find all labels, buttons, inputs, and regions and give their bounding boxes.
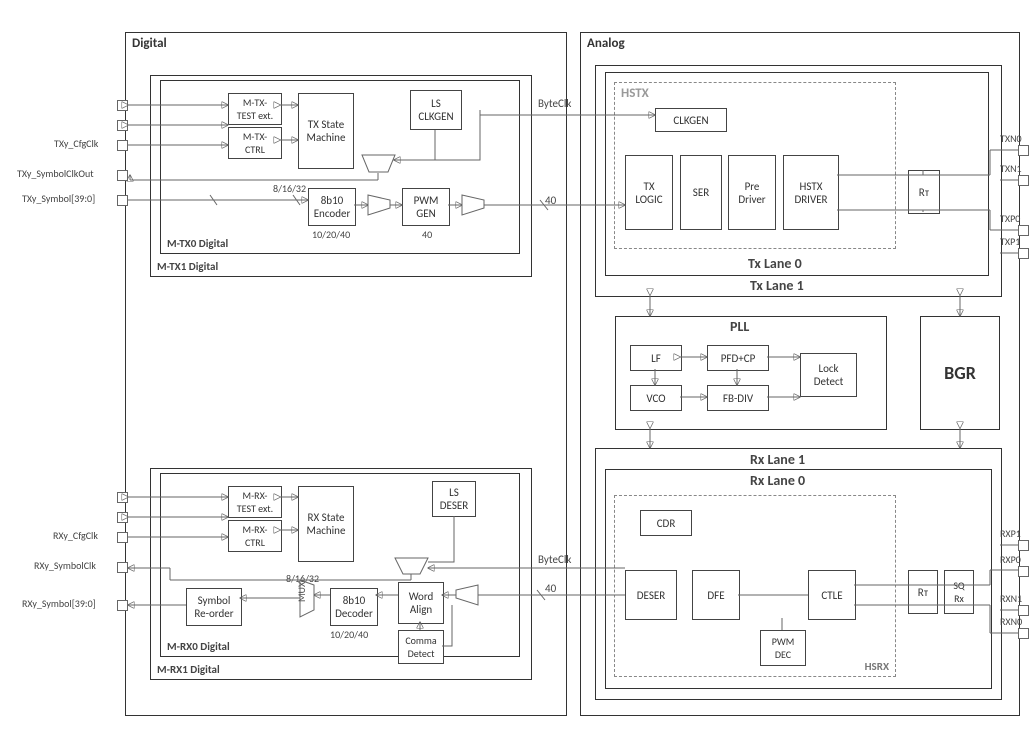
mrx-ctrl: M-RX- CTRL	[228, 520, 282, 552]
dfe: DFE	[692, 570, 740, 620]
mrx0-label: M-RX0 Digital	[167, 640, 230, 653]
pre-driver: Pre Driver	[728, 155, 776, 230]
ls-deser: LS DESER	[432, 481, 476, 517]
port-rxy-symbol	[117, 600, 128, 611]
lbl-40-tx2: 40	[422, 228, 432, 241]
lbl-rxy-symclk: RXy_SymbolClk	[34, 559, 96, 572]
word-align: Word Align	[398, 582, 444, 624]
pll-title: PLL	[730, 318, 749, 335]
port-anon1	[117, 100, 128, 111]
lbl-txy-symclkout: TXy_SymbolClkOut	[17, 167, 94, 180]
mrx-test: M-RX- TEST ext.	[228, 486, 282, 518]
tx-logic: TX LOGIC	[625, 155, 673, 230]
hstx-clkgen: CLKGEN	[655, 108, 727, 132]
sq-rx: SQ Rx	[944, 570, 974, 614]
sym-reorder: Symbol Re-order	[186, 588, 242, 626]
lbl-rxp1: RXP1	[1000, 527, 1021, 540]
mrx1-label: M-RX1 Digital	[157, 663, 220, 676]
lbl-102040-tx: 10/20/40	[312, 228, 350, 241]
lbl-81632-tx: 8/16/32	[273, 182, 306, 195]
mtx0-label: M-TX0 Digital	[167, 237, 228, 250]
lbl-byteclk-tx: ByteClk	[538, 97, 571, 110]
lbl-byteclk-rx: ByteClk	[538, 553, 571, 566]
diagram-canvas: Digital Analog M-TX1 Digital M-TX0 Digit…	[0, 0, 1036, 743]
mtx-ctrl: M-TX- CTRL	[228, 127, 282, 159]
lbl-txp1: TXP1	[1000, 235, 1020, 248]
tx-lane1-label: Tx Lane 1	[750, 277, 804, 294]
port-txp1	[1018, 248, 1029, 259]
lbl-txn0: TXN0	[1000, 132, 1022, 145]
lbl-txn1: TXN1	[1000, 162, 1022, 175]
pwm-dec: PWM DEC	[760, 630, 806, 666]
lbl-rxn1: RXN1	[1000, 592, 1022, 605]
bgr-block: BGR	[920, 316, 1000, 430]
pll-lf: LF	[630, 345, 682, 371]
ser: SER	[680, 155, 722, 230]
hstx-title: HSTX	[621, 86, 649, 101]
rx-lane1-label: Rx Lane 1	[750, 451, 805, 468]
rx-lane0-label: Rx Lane 0	[750, 472, 805, 489]
lbl-40-rx: 40	[545, 582, 556, 595]
pll-lock: Lock Detect	[800, 353, 857, 397]
analog-title: Analog	[587, 36, 625, 51]
lbl-102040-rx: 10/20/40	[330, 628, 368, 641]
port-txn0	[1018, 145, 1029, 156]
port-rxy-cfgclk	[117, 532, 128, 543]
port-rxp1	[1018, 540, 1029, 551]
lbl-txp0: TXP0	[1000, 212, 1020, 225]
port-txy-symbol	[117, 195, 128, 206]
port-txy-cfgclk	[117, 140, 128, 151]
comma-detect: Comma Detect	[398, 630, 444, 664]
mtx-test: M-TX- TEST ext.	[228, 93, 282, 125]
mtx1-label: M-TX1 Digital	[157, 260, 218, 273]
port-rxp0	[1018, 566, 1029, 577]
port-txy-symclkout	[117, 170, 128, 181]
lbl-rxn0: RXN0	[1000, 615, 1022, 628]
deser: DESER	[625, 570, 677, 620]
lbl-rxy-symbol: RXy_Symbol[39:0]	[22, 597, 96, 610]
hsrx-title: HSRX	[865, 660, 889, 673]
dec8b10: 8b10 Decoder	[330, 588, 378, 626]
enc8b10: 8b10 Encoder	[308, 188, 356, 226]
pll-pfdcp: PFD+CP	[707, 345, 769, 371]
lbl-txy-cfgclk: TXy_CfgClk	[54, 137, 98, 150]
lbl-rxy-cfgclk: RXy_CfgClk	[53, 529, 98, 542]
port-anon4	[117, 512, 128, 523]
lbl-40-tx: 40	[545, 194, 556, 207]
port-anon3	[117, 492, 128, 503]
pwm-gen: PWM GEN	[402, 188, 450, 226]
tx-lane0-label: Tx Lane 0	[748, 255, 802, 272]
lbl-txy-symbol: TXy_Symbol[39:0]	[22, 192, 95, 205]
port-rxn0	[1018, 628, 1029, 639]
lbl-81632-rx: 8/16/32	[286, 572, 319, 585]
port-rxy-symclk	[117, 562, 128, 573]
ls-clkgen: LS CLKGEN	[410, 90, 462, 130]
rx-sm: RX State Machine	[298, 486, 354, 562]
cdr: CDR	[640, 510, 692, 536]
rx-rt: Rᴛ	[908, 570, 938, 614]
lbl-rxp0: RXP0	[1000, 553, 1021, 566]
digital-title: Digital	[132, 36, 167, 51]
port-txn1	[1018, 175, 1029, 186]
pll-vco: VCO	[630, 385, 682, 411]
tx-sm: TX State Machine	[298, 93, 354, 169]
ctle: CTLE	[808, 570, 856, 620]
pll-fbdiv: FB-DIV	[707, 385, 769, 411]
hstx-driver: HSTX DRIVER	[783, 155, 839, 230]
tx-rt: Rᴛ	[908, 170, 940, 214]
port-anon2	[117, 120, 128, 131]
